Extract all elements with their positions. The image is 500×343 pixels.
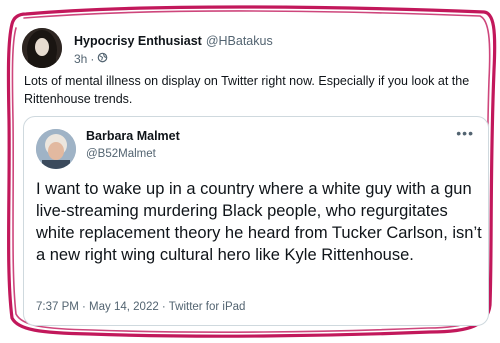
post-time[interactable]: 3h [74,52,87,66]
author-line: Hypocrisy Enthusiast @HBatakus [74,34,273,48]
quoted-author-handle[interactable]: @B52Malmet [86,148,156,160]
quoted-avatar-image [36,129,76,169]
author-name[interactable]: Hypocrisy Enthusiast [74,34,202,48]
public-icon [97,52,108,66]
avatar-image [22,28,62,68]
meta-separator: · [90,52,95,66]
quoted-author-name[interactable]: Barbara Malmet [86,129,180,143]
quoted-avatar[interactable] [36,129,76,169]
quoted-timestamp[interactable]: 7:37 PM · May 14, 2022 · Twitter for iPa… [36,301,245,313]
post-meta: 3h · [74,52,108,66]
post-text: Lots of mental illness on display on Twi… [24,74,470,106]
quoted-text: I want to wake up in a country where a w… [36,180,482,264]
quoted-tweet[interactable]: Barbara Malmet @B52Malmet ••• I want to … [23,116,489,326]
author-handle[interactable]: @HBatakus [206,34,273,48]
avatar[interactable] [22,28,62,68]
more-options-icon[interactable]: ••• [456,125,474,141]
